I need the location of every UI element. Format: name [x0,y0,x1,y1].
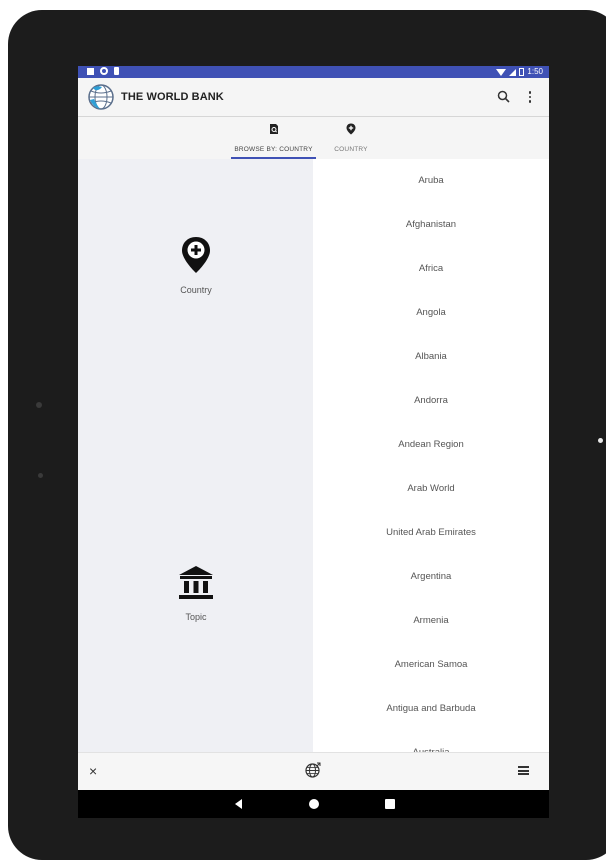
app-screen: 1:50 THE WORLD BANK BROWSE BY: COUNTRY C… [78,66,549,818]
sync-icon [100,67,108,75]
device-sensor-dot [36,402,42,408]
tab-label: COUNTRY [334,146,368,153]
list-icon[interactable] [518,766,529,775]
location-add-icon [182,237,210,273]
country-list-pane[interactable]: Aruba Afghanistan Africa Angola Albania … [313,159,549,752]
country-list-item[interactable]: Argentina [313,555,549,599]
bottom-toolbar: × [78,752,549,791]
country-list-item[interactable]: Albania [313,335,549,379]
search-icon[interactable] [496,89,512,105]
category-label: Country [180,285,212,295]
signal-icon [509,68,517,76]
notification-icon [87,67,94,75]
country-list-item[interactable]: American Samoa [313,643,549,687]
category-pane: Country Topic [78,159,313,752]
globe-icon[interactable] [304,761,322,779]
category-topic[interactable]: Topic [136,565,256,622]
wifi-icon [496,68,507,76]
country-list-item[interactable]: Aruba [313,159,549,203]
country-list-item[interactable]: Afghanistan [313,203,549,247]
country-list-item[interactable]: Andorra [313,379,549,423]
tab-label: BROWSE BY: COUNTRY [234,146,313,153]
close-icon[interactable]: × [89,764,97,778]
android-nav-bar [78,790,549,818]
device-sensor-dot [38,473,43,478]
tab-bar: BROWSE BY: COUNTRY COUNTRY [78,117,549,159]
location-add-icon [346,123,356,135]
battery-icon [519,68,525,76]
category-country[interactable]: Country [136,236,256,295]
country-list-item[interactable]: Andean Region [313,423,549,467]
world-bank-logo-icon[interactable] [87,83,115,111]
app-title: THE WORLD BANK [121,91,224,103]
country-list-item[interactable]: United Arab Emirates [313,511,549,555]
bank-building-icon [179,566,213,599]
more-vert-icon[interactable] [526,88,534,106]
status-bar: 1:50 [78,66,549,78]
country-list-item[interactable]: Australia [313,731,549,752]
document-search-icon [269,124,278,134]
tab-browse-by-country[interactable]: BROWSE BY: COUNTRY [231,117,316,159]
country-list-item[interactable]: Armenia [313,599,549,643]
home-icon[interactable] [309,799,319,809]
country-list-item[interactable]: Africa [313,247,549,291]
country-list: Aruba Afghanistan Africa Angola Albania … [313,159,549,752]
country-list-item[interactable]: Antigua and Barbuda [313,687,549,731]
sd-card-icon [114,67,119,75]
status-time: 1:50 [527,67,543,76]
category-label: Topic [185,612,207,622]
recent-apps-icon[interactable] [385,799,395,809]
device-light [598,438,603,443]
tab-country[interactable]: COUNTRY [316,117,386,159]
back-icon[interactable] [235,799,242,809]
country-list-item[interactable]: Arab World [313,467,549,511]
app-bar: THE WORLD BANK [78,78,549,117]
country-list-item[interactable]: Angola [313,291,549,335]
